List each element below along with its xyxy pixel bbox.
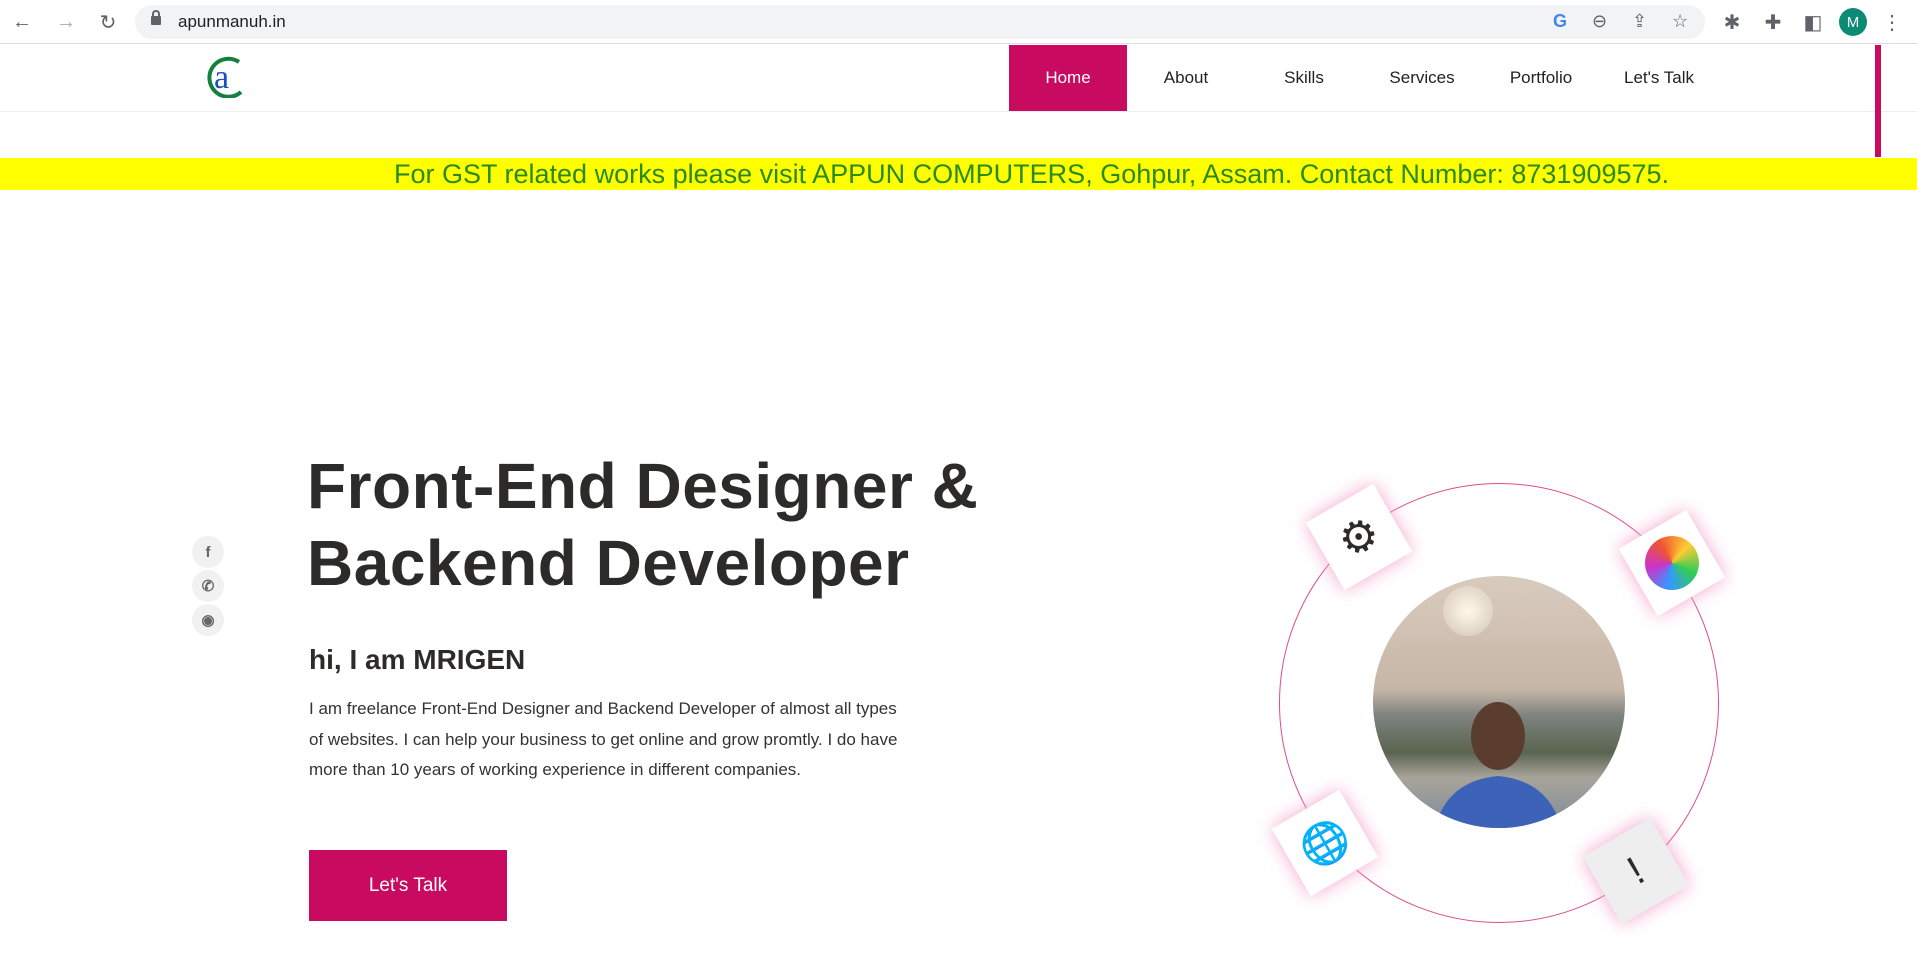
- hero-title-line1: Front-End Designer &: [307, 450, 979, 522]
- browser-toolbar: ← → ↻ apunmanuh.in G ⊖ ⇪ ☆ ✱ ✚ ◧ M ⋮: [0, 0, 1917, 44]
- site-logo[interactable]: a: [203, 54, 247, 98]
- logo-letter: a: [214, 59, 229, 96]
- greeting: hi, I am MRIGEN: [309, 644, 526, 675]
- bookmark-star-icon[interactable]: ☆: [1672, 11, 1688, 32]
- lock-icon: [151, 10, 161, 25]
- scroll-progress-bar[interactable]: [1875, 45, 1881, 157]
- announcement-banner: For GST related works please visit APPUN…: [0, 158, 1917, 190]
- url-text: apunmanuh.in: [178, 12, 286, 31]
- bug-extension-icon[interactable]: ✱: [1718, 8, 1746, 36]
- nav-portfolio[interactable]: Portfolio: [1482, 45, 1600, 111]
- nav-skills[interactable]: Skills: [1245, 45, 1363, 111]
- google-icon[interactable]: G: [1553, 11, 1567, 32]
- share-icon[interactable]: ⇪: [1632, 11, 1647, 32]
- nav-lets-talk[interactable]: Let's Talk: [1600, 45, 1718, 111]
- back-icon[interactable]: ←: [8, 8, 36, 36]
- nav-services[interactable]: Services: [1363, 45, 1481, 111]
- side-panel-icon[interactable]: ◧: [1799, 8, 1827, 36]
- profile-photo: [1373, 576, 1625, 828]
- github-icon[interactable]: ◉: [192, 604, 224, 636]
- nav-home[interactable]: Home: [1009, 45, 1127, 111]
- reload-icon[interactable]: ↻: [94, 8, 122, 36]
- facebook-icon[interactable]: f: [192, 536, 224, 568]
- menu-kebab-icon[interactable]: ⋮: [1878, 8, 1906, 36]
- hero-description: I am freelance Front-End Designer and Ba…: [309, 699, 898, 779]
- address-bar[interactable]: apunmanuh.in G ⊖ ⇪ ☆: [135, 5, 1705, 39]
- nav-about[interactable]: About: [1127, 45, 1245, 111]
- extensions-puzzle-icon[interactable]: ✚: [1759, 8, 1787, 36]
- hero-title-line2: Backend Developer: [307, 527, 910, 599]
- profile-avatar[interactable]: M: [1839, 8, 1867, 36]
- zoom-out-icon[interactable]: ⊖: [1592, 11, 1607, 32]
- hero-title: Front-End Designer & Backend Developer: [307, 448, 978, 602]
- whatsapp-icon[interactable]: ✆: [192, 570, 224, 602]
- banner-text: For GST related works please visit APPUN…: [394, 159, 1670, 189]
- forward-icon[interactable]: →: [52, 8, 80, 36]
- lets-talk-button[interactable]: Let's Talk: [309, 850, 507, 921]
